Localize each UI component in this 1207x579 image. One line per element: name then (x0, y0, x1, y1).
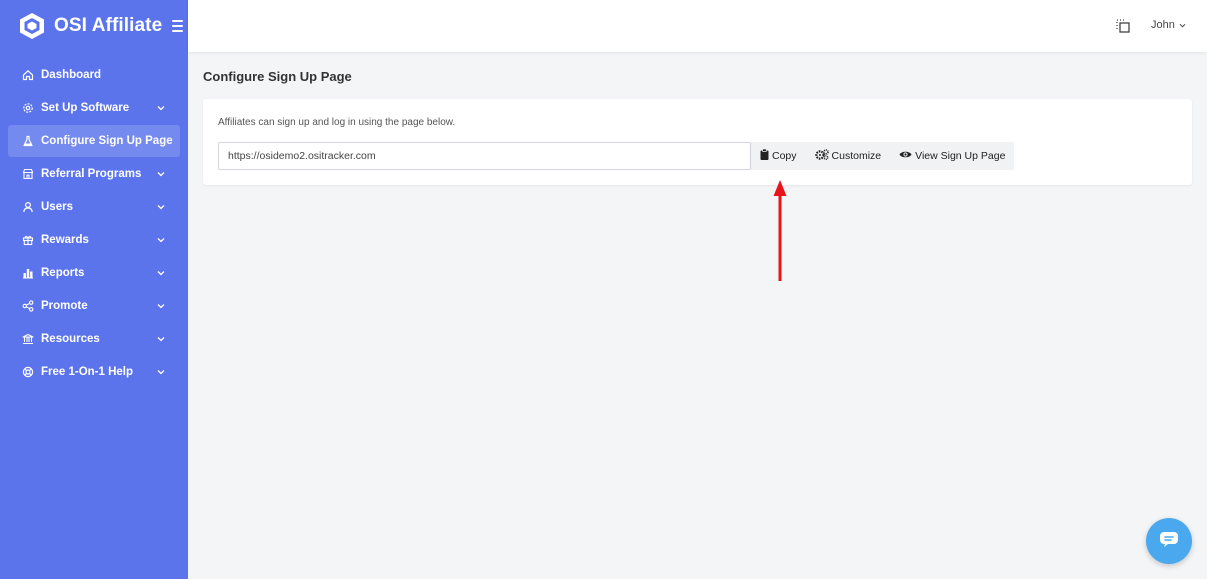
fullscreen-icon[interactable] (1115, 18, 1131, 34)
top-bar: John (188, 0, 1207, 52)
sidebar-nav: Dashboard Set Up Software Configure Sign… (0, 59, 188, 388)
sidebar-item-free-help[interactable]: Free 1-On-1 Help (8, 356, 180, 388)
card-description: Affiliates can sign up and log in using … (218, 117, 456, 128)
lifebuoy-icon (22, 366, 34, 378)
sidebar-item-users[interactable]: Users (8, 191, 180, 223)
chevron-down-icon (1179, 19, 1186, 31)
user-menu[interactable]: John (1151, 19, 1186, 31)
customize-button-label: Customize (831, 150, 882, 162)
page-title: Configure Sign Up Page (203, 69, 352, 84)
sidebar-item-label: Reports (41, 267, 85, 279)
clipboard-icon (760, 148, 769, 163)
flask-icon (22, 135, 34, 147)
bar-chart-icon (22, 267, 34, 279)
user-name: John (1151, 19, 1175, 31)
gift-icon (22, 234, 34, 246)
view-signup-page-button[interactable]: View Sign Up Page (890, 142, 1014, 170)
chat-icon (1159, 531, 1179, 552)
chevron-down-icon (156, 367, 166, 377)
chevron-down-icon (156, 334, 166, 344)
sidebar-item-dashboard[interactable]: Dashboard (8, 59, 180, 91)
chevron-down-icon (156, 301, 166, 311)
signup-url-input[interactable] (218, 142, 751, 170)
eye-icon (899, 150, 912, 162)
signup-page-card: Affiliates can sign up and log in using … (203, 99, 1192, 185)
library-icon (22, 333, 34, 345)
sidebar-item-set-up-software[interactable]: Set Up Software (8, 92, 180, 124)
cogs-icon (814, 149, 829, 163)
share-icon (22, 300, 34, 312)
view-signup-page-button-label: View Sign Up Page (915, 150, 1006, 162)
sidebar-item-resources[interactable]: Resources (8, 323, 180, 355)
sidebar-item-label: Resources (41, 333, 100, 345)
sidebar-item-label: Rewards (41, 234, 89, 246)
copy-button-label: Copy (772, 150, 797, 162)
sidebar-item-label: Configure Sign Up Page (41, 135, 173, 147)
sidebar-item-label: Dashboard (41, 69, 102, 81)
brand: OSI Affiliate (0, 0, 188, 52)
user-icon (22, 201, 34, 213)
sidebar-item-label: Free 1-On-1 Help (41, 366, 134, 378)
sidebar-item-label: Set Up Software (41, 102, 130, 114)
chat-widget-button[interactable] (1146, 518, 1192, 564)
sidebar: OSI Affiliate Dashboard Set Up Software … (0, 0, 188, 579)
store-icon (22, 168, 34, 180)
annotation-arrow (773, 180, 787, 281)
sidebar-item-referral-programs[interactable]: Referral Programs (8, 158, 180, 190)
sidebar-item-label: Users (41, 201, 73, 213)
cog-icon (22, 102, 34, 114)
sidebar-item-rewards[interactable]: Rewards (8, 224, 180, 256)
sidebar-item-label: Promote (41, 300, 88, 312)
home-icon (22, 69, 34, 81)
hexagon-logo-icon (18, 11, 46, 41)
chevron-down-icon (156, 235, 166, 245)
sidebar-item-promote[interactable]: Promote (8, 290, 180, 322)
signup-actions: Copy Customize View Sign Up Page (751, 142, 1015, 170)
customize-button[interactable]: Customize (806, 142, 891, 170)
menu-toggle-icon[interactable] (172, 20, 184, 32)
sidebar-item-label: Referral Programs (41, 168, 142, 180)
copy-button[interactable]: Copy (751, 142, 806, 170)
chevron-down-icon (156, 169, 166, 179)
sidebar-item-reports[interactable]: Reports (8, 257, 180, 289)
chevron-down-icon (156, 268, 166, 278)
chevron-down-icon (156, 202, 166, 212)
chevron-down-icon (156, 103, 166, 113)
sidebar-item-configure-sign-up-page[interactable]: Configure Sign Up Page (8, 125, 180, 157)
brand-name: OSI Affiliate (54, 15, 163, 36)
